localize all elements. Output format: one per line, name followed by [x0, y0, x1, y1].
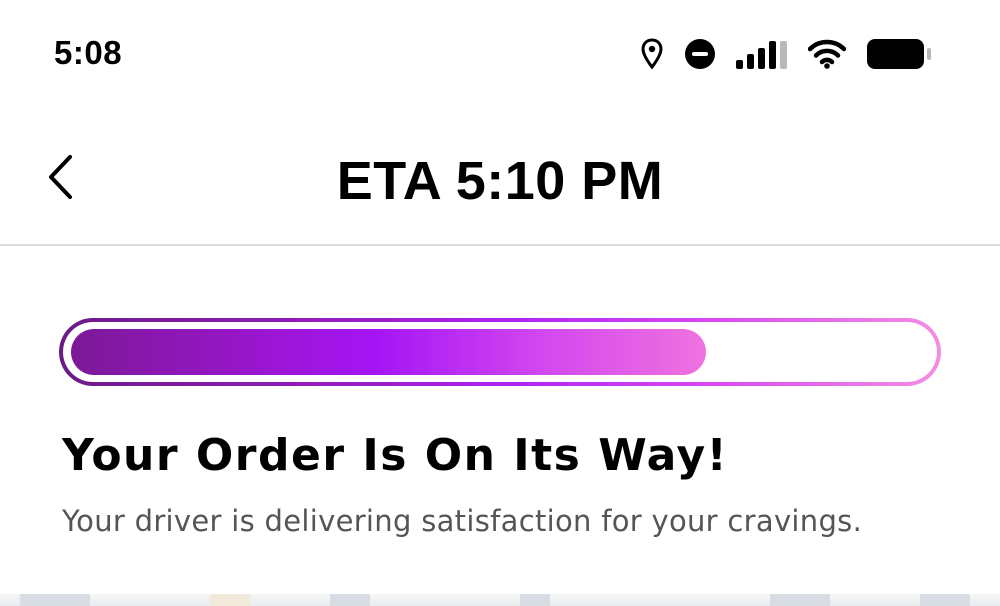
cellular-signal-icon: [736, 39, 788, 69]
status-icons: [640, 36, 932, 72]
status-time: 5:08: [54, 34, 123, 71]
map-road: [20, 594, 90, 606]
map-road: [920, 594, 970, 606]
map-road: [770, 594, 830, 606]
progress-fill: [71, 329, 706, 375]
location-icon: [640, 38, 664, 70]
battery-icon: [866, 38, 932, 70]
map-preview[interactable]: [0, 594, 1000, 606]
map-block: [210, 594, 250, 606]
delivery-progress-bar: [59, 318, 941, 386]
progress-track-inner: [63, 322, 937, 382]
map-road: [330, 594, 370, 606]
order-status-subtext: Your driver is delivering satisfaction f…: [62, 504, 863, 538]
navigation-bar: ETA 5:10 PM: [0, 110, 1000, 246]
order-status-heading: Your Order Is On Its Way!: [62, 430, 729, 481]
status-bar: 5:08: [0, 0, 1000, 110]
do-not-disturb-icon: [684, 38, 716, 70]
wifi-icon: [808, 39, 846, 69]
page-title: ETA 5:10 PM: [336, 151, 664, 211]
map-road: [520, 594, 550, 606]
